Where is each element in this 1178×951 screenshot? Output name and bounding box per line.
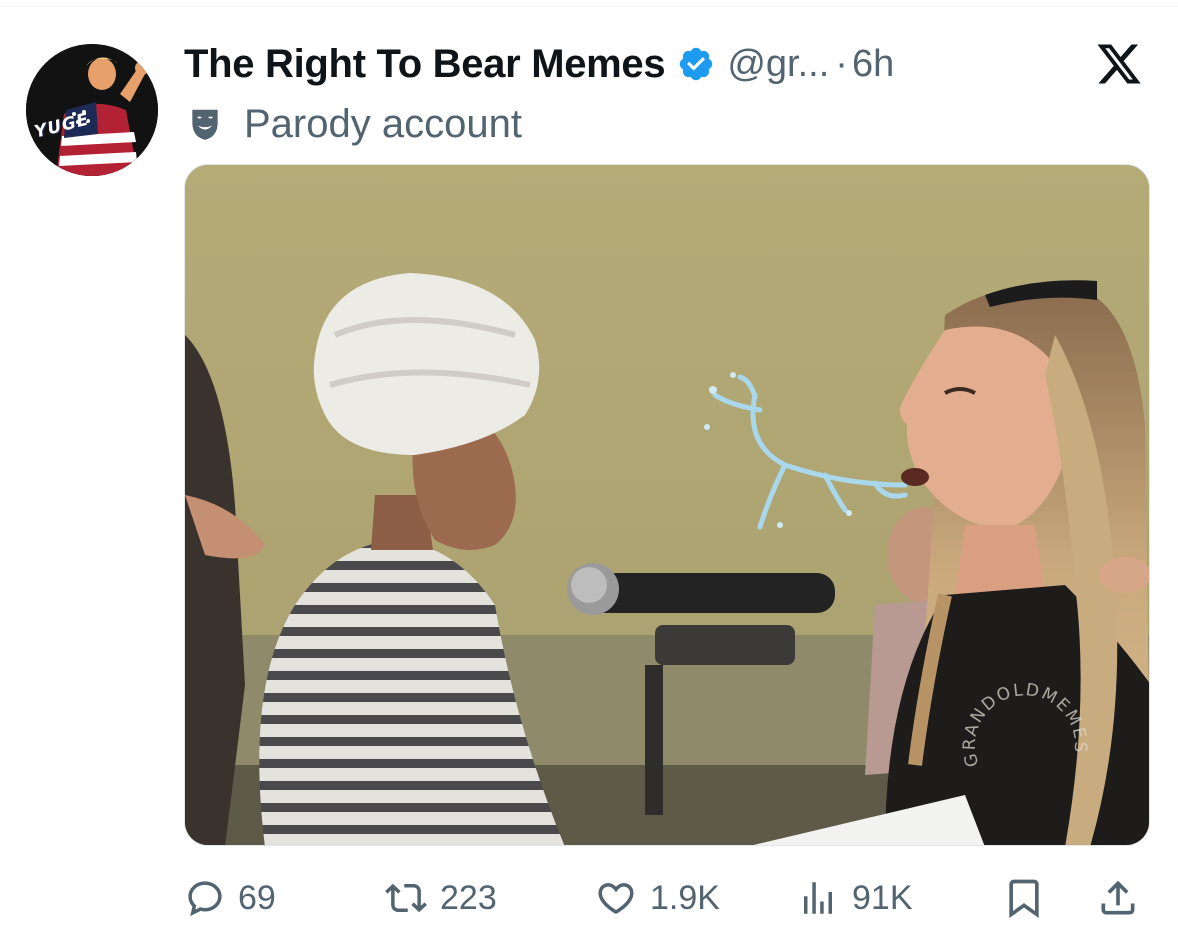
repost-button[interactable]: 223 (384, 868, 497, 928)
share-icon (1101, 880, 1135, 915)
x-logo-icon[interactable] (1094, 40, 1144, 88)
reply-count: 69 (238, 878, 276, 917)
views-button[interactable]: 91K (796, 868, 913, 928)
parody-mask-icon (192, 109, 218, 140)
repost-count: 223 (440, 878, 497, 917)
tweet-actions: 69 223 1.9K 91K (184, 868, 1150, 928)
like-count: 1.9K (650, 878, 720, 917)
tweet-media[interactable]: GRANDOLDMEMES © (184, 164, 1150, 846)
views-icon (804, 882, 832, 914)
repost-icon (385, 883, 427, 913)
avatar[interactable]: YUGE (26, 44, 158, 176)
watermark: GRANDOLDMEMES © (955, 665, 1090, 769)
separator-dot: · (835, 42, 848, 85)
reply-icon (188, 881, 222, 917)
parody-label-row: Parody account (186, 98, 522, 150)
heart-icon (598, 883, 634, 915)
like-button[interactable]: 1.9K (594, 868, 720, 928)
svg-text:GRANDOLDMEMES ©: GRANDOLDMEMES © (955, 665, 1090, 769)
views-count: 91K (852, 878, 913, 917)
tweet-header: The Right To Bear Memes @gr... · 6h (184, 36, 894, 92)
display-name[interactable]: The Right To Bear Memes (184, 42, 666, 87)
handle[interactable]: @gr... (727, 43, 829, 86)
bookmark-button[interactable] (1002, 868, 1046, 928)
share-button[interactable] (1096, 868, 1140, 928)
top-divider (0, 6, 1178, 7)
watermark-text: GRANDOLDMEMES © (955, 665, 1088, 769)
bookmark-icon (1009, 879, 1039, 919)
avatar-image (26, 44, 158, 176)
parody-label: Parody account (244, 101, 522, 146)
verified-badge-icon[interactable] (677, 45, 715, 83)
reply-button[interactable]: 69 (184, 868, 276, 928)
timestamp[interactable]: 6h (852, 43, 894, 86)
